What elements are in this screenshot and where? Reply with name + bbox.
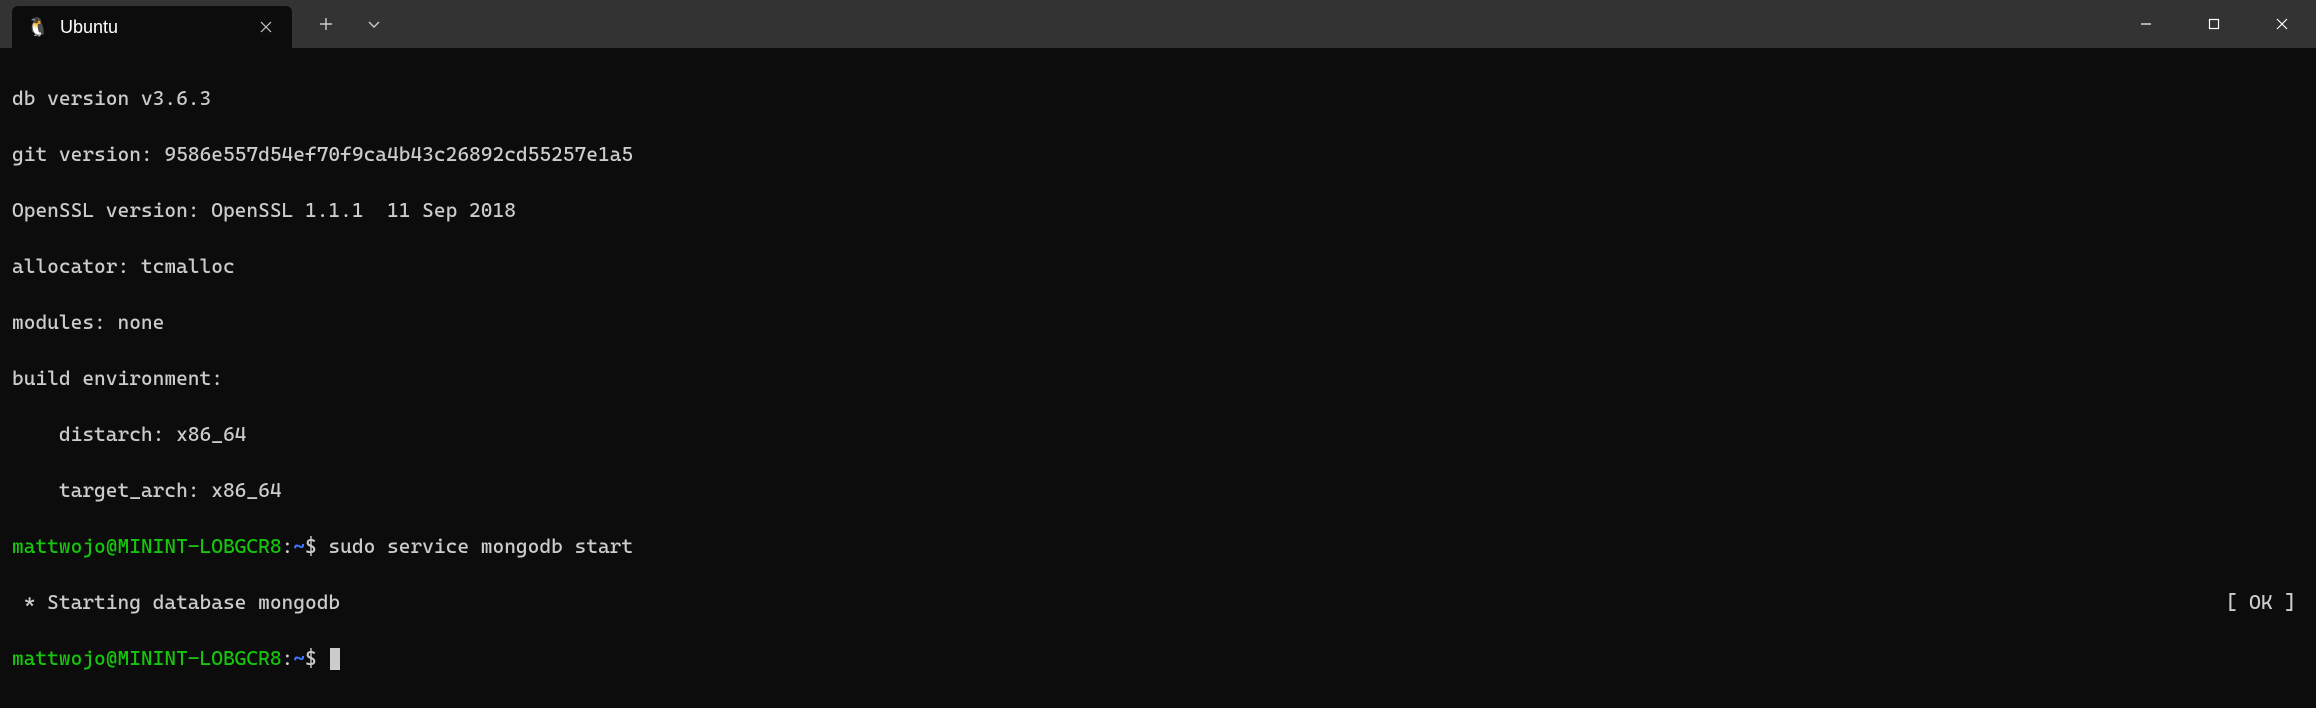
prompt-path: ~	[293, 534, 305, 558]
prompt-line: mattwojo@MININT-LOBGCR8:~$	[12, 644, 2304, 672]
output-line: db version v3.6.3	[12, 84, 2304, 112]
prompt-dollar: $	[305, 534, 317, 558]
prompt-user-host: mattwojo@MININT-LOBGCR8	[12, 534, 282, 558]
output-line: OpenSSL version: OpenSSL 1.1.1 11 Sep 20…	[12, 196, 2304, 224]
tab-close-icon[interactable]	[256, 17, 276, 37]
status-message: * Starting database mongodb	[12, 588, 340, 616]
output-line: target_arch: x86_64	[12, 476, 2304, 504]
titlebar-spacer	[396, 0, 2112, 48]
prompt-user-host: mattwojo@MININT-LOBGCR8	[12, 646, 282, 670]
prompt-separator: :	[282, 646, 294, 670]
terminal-output[interactable]: db version v3.6.3 git version: 9586e557d…	[0, 48, 2316, 708]
tab-title: Ubuntu	[60, 17, 244, 38]
close-window-button[interactable]	[2248, 0, 2316, 48]
prompt-dollar: $	[305, 646, 317, 670]
output-line: build environment:	[12, 364, 2304, 392]
tab-ubuntu[interactable]: 🐧 Ubuntu	[12, 6, 292, 48]
tab-area: 🐧 Ubuntu	[0, 0, 396, 48]
dropdown-button[interactable]	[352, 0, 396, 48]
status-line: * Starting database mongodb [ OK ]	[12, 588, 2304, 616]
output-line: git version: 9586e557d54ef70f9ca4b43c268…	[12, 140, 2304, 168]
status-ok: [ OK ]	[2226, 588, 2304, 616]
cursor	[330, 648, 340, 670]
command-text: sudo service mongodb start	[328, 534, 633, 558]
prompt-path: ~	[293, 646, 305, 670]
output-line: distarch: x86_64	[12, 420, 2304, 448]
window-controls	[2112, 0, 2316, 48]
prompt-separator: :	[282, 534, 294, 558]
titlebar: 🐧 Ubuntu	[0, 0, 2316, 48]
output-line: modules: none	[12, 308, 2304, 336]
minimize-button[interactable]	[2112, 0, 2180, 48]
prompt-line: mattwojo@MININT-LOBGCR8:~$ sudo service …	[12, 532, 2304, 560]
tux-icon: 🐧	[28, 17, 48, 37]
tab-actions	[292, 0, 396, 48]
new-tab-button[interactable]	[304, 0, 348, 48]
maximize-button[interactable]	[2180, 0, 2248, 48]
output-line: allocator: tcmalloc	[12, 252, 2304, 280]
